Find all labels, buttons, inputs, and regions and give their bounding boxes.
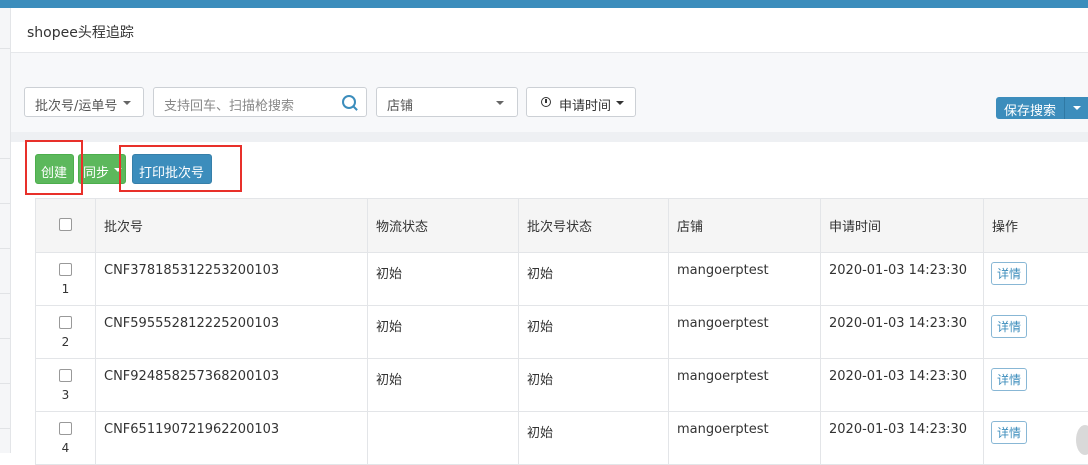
detail-button[interactable]: 详情 [991, 421, 1027, 444]
row-number: 3 [36, 388, 95, 402]
highlight-box-create [25, 140, 83, 195]
page-header: shopee头程追踪 [11, 8, 1088, 53]
table-row: 4 CNF651190721962200103 初始 mangoerptest … [36, 412, 1088, 465]
shop-select-label: 店铺 [387, 95, 413, 114]
logistics-status: 初始 [368, 359, 518, 388]
shop-select[interactable]: 店铺 [376, 87, 518, 117]
batch-number: CNF924858257368200103 [96, 359, 367, 384]
row-checkbox[interactable] [59, 422, 72, 435]
select-all-checkbox[interactable] [59, 218, 72, 231]
apply-time: 2020-01-03 14:23:30 [821, 359, 983, 384]
shop-name: mangoerptest [669, 253, 820, 278]
column-header: 操作 [984, 199, 1088, 235]
batch-table: 批次号 物流状态 批次号状态 店铺 申请时间 操作 1 CNF378185312… [35, 198, 1088, 465]
detail-button[interactable]: 详情 [991, 368, 1027, 391]
row-checkbox[interactable] [59, 263, 72, 276]
table-row: 3 CNF924858257368200103 初始 初始 mangoerpte… [36, 359, 1088, 412]
apply-time-label: 申请时间 [559, 95, 611, 114]
batch-status: 初始 [519, 306, 668, 335]
apply-time: 2020-01-03 14:23:30 [821, 306, 983, 331]
highlight-box-print [119, 145, 242, 192]
batch-status: 初始 [519, 253, 668, 282]
row-checkbox[interactable] [59, 369, 72, 382]
apply-time-button[interactable]: 申请时间 [526, 87, 636, 117]
batch-number: CNF378185312253200103 [96, 253, 367, 278]
search-icon[interactable] [342, 95, 356, 109]
table-header-row: 批次号 物流状态 批次号状态 店铺 申请时间 操作 [36, 199, 1088, 253]
table-row: 2 CNF595552812225200103 初始 初始 mangoerpte… [36, 306, 1088, 359]
save-search-button[interactable]: 保存搜索 [996, 97, 1088, 119]
row-number: 2 [36, 335, 95, 349]
row-number: 1 [36, 282, 95, 296]
clock-icon [541, 97, 551, 107]
shop-name: mangoerptest [669, 359, 820, 384]
save-search-label: 保存搜索 [1004, 100, 1056, 119]
batch-status: 初始 [519, 359, 668, 388]
caret-down-icon [616, 101, 624, 105]
column-header: 批次号状态 [519, 199, 668, 235]
column-header: 店铺 [669, 199, 820, 235]
batch-status: 初始 [519, 412, 668, 441]
apply-time: 2020-01-03 14:23:30 [821, 412, 983, 437]
batch-type-select[interactable]: 批次号/运单号 [24, 87, 144, 117]
batch-number: CNF595552812225200103 [96, 306, 367, 331]
shop-name: mangoerptest [669, 412, 820, 437]
section-divider [11, 132, 1088, 142]
batch-number: CNF651190721962200103 [96, 412, 367, 437]
caret-down-icon [496, 101, 504, 105]
detail-button[interactable]: 详情 [991, 262, 1027, 285]
table-row: 1 CNF378185312253200103 初始 初始 mangoerpte… [36, 253, 1088, 306]
row-checkbox[interactable] [59, 316, 72, 329]
caret-down-icon [123, 101, 131, 105]
detail-button[interactable]: 详情 [991, 315, 1027, 338]
scroll-handle[interactable] [1076, 425, 1088, 455]
column-header: 申请时间 [821, 199, 983, 235]
page-title: shopee头程追踪 [27, 22, 134, 42]
search-placeholder: 支持回车、扫描枪搜索 [164, 95, 294, 114]
logistics-status [368, 412, 518, 422]
logistics-status: 初始 [368, 253, 518, 282]
column-header: 物流状态 [368, 199, 518, 235]
top-accent-bar [0, 0, 1088, 8]
search-input[interactable]: 支持回车、扫描枪搜索 [153, 87, 367, 117]
shop-name: mangoerptest [669, 306, 820, 331]
batch-type-select-label: 批次号/运单号 [35, 95, 117, 114]
logistics-status: 初始 [368, 306, 518, 335]
caret-down-icon[interactable] [1073, 106, 1081, 110]
apply-time: 2020-01-03 14:23:30 [821, 253, 983, 278]
left-sidebar-edge [0, 8, 11, 453]
column-header: 批次号 [96, 199, 367, 235]
